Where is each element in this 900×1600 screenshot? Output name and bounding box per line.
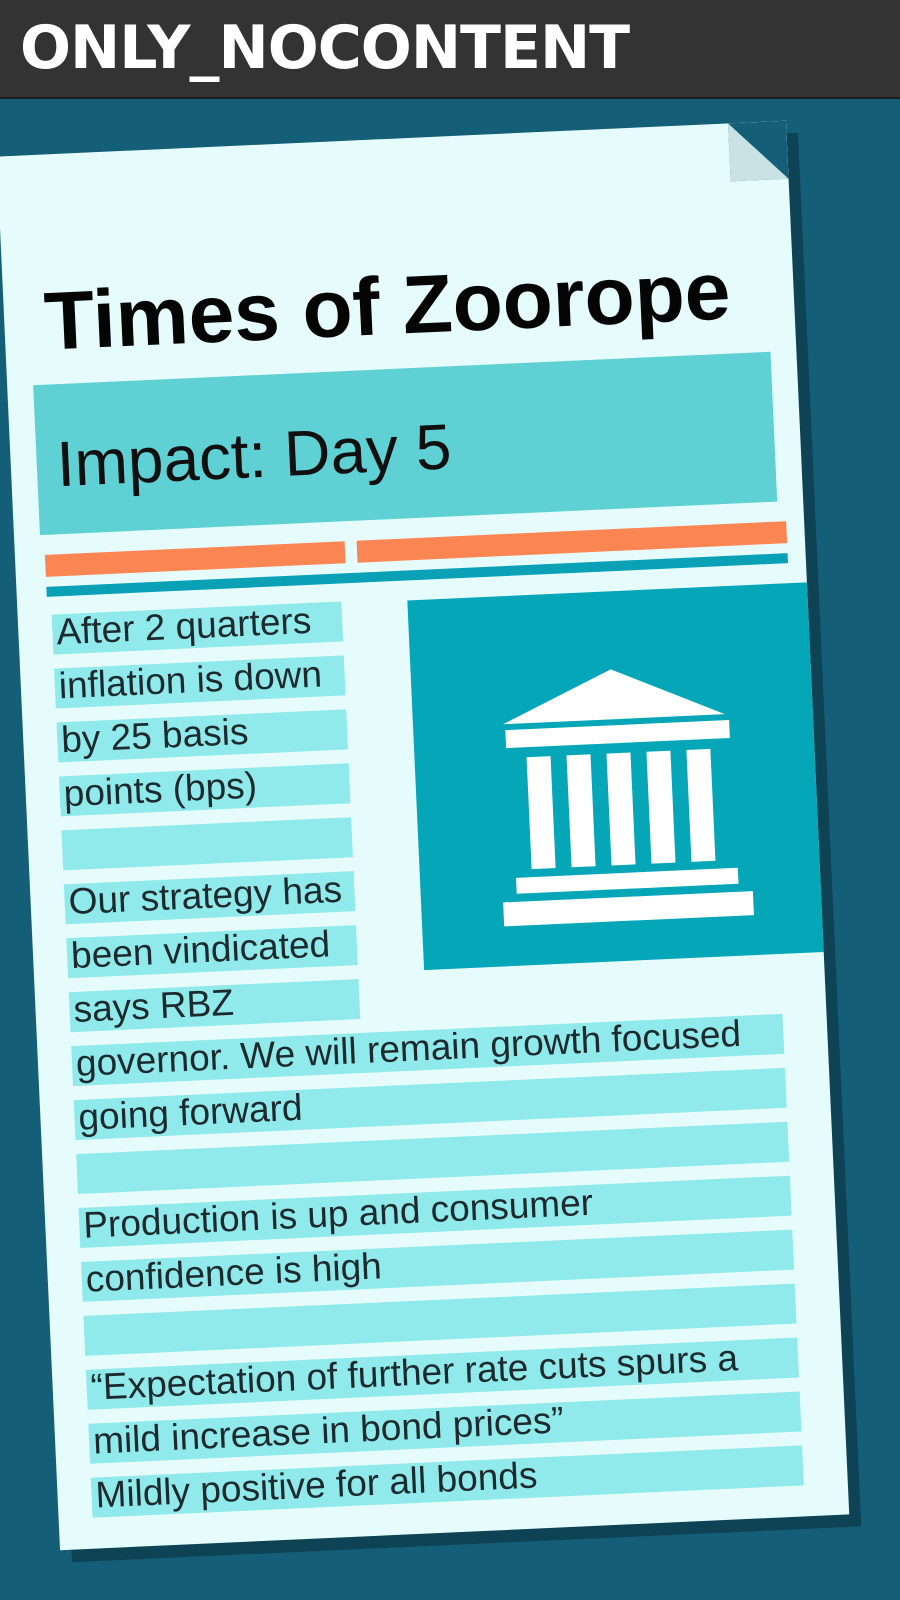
article-line: going forward bbox=[77, 1086, 304, 1138]
accent-rule-left bbox=[44, 541, 346, 577]
illustration-tile bbox=[407, 582, 824, 971]
article-line: Our strategy has bbox=[67, 868, 343, 923]
page-corner-fold bbox=[728, 120, 789, 182]
line-highlight bbox=[61, 817, 353, 871]
article-line: by 25 basis bbox=[60, 710, 250, 761]
article-line: been vindicated bbox=[70, 923, 331, 977]
article-line: inflation is down bbox=[57, 653, 323, 707]
banner-label: ONLY_NOCONTENT bbox=[20, 13, 630, 83]
article-line: confidence is high bbox=[84, 1245, 383, 1300]
headline-text: Impact: Day 5 bbox=[55, 410, 453, 501]
article-line: points (bps) bbox=[62, 764, 258, 815]
bank-building-icon bbox=[503, 669, 754, 927]
article-line: says RBZ bbox=[72, 981, 235, 1031]
newspaper-page: Times of Zoorope Impact: Day 5 After 2 q… bbox=[0, 120, 850, 1551]
article-line: After 2 quarters bbox=[55, 599, 313, 653]
newspaper-masthead: Times of Zoorope bbox=[42, 245, 733, 368]
top-banner: ONLY_NOCONTENT bbox=[0, 0, 900, 99]
headline-bar: Impact: Day 5 bbox=[33, 351, 778, 536]
